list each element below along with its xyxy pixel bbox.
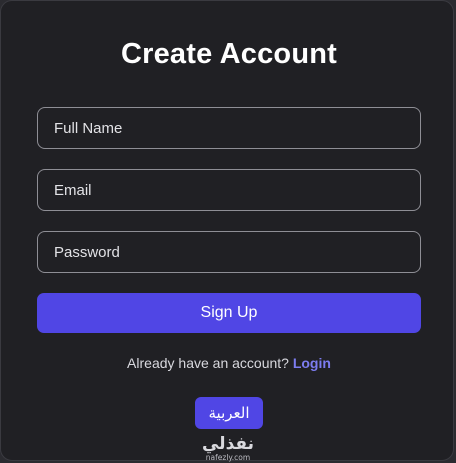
full-name-field[interactable] [37,107,421,149]
login-prompt-row: Already have an account? Login [1,354,456,372]
page-title: Create Account [120,38,338,70]
nafezly-logo-icon: نفذلي nafezly.com [202,434,254,462]
signup-card: Create Account Sign Up Already have an a… [0,0,454,461]
email-field[interactable] [37,169,421,211]
watermark-logo-text: نفذلي [202,434,254,454]
login-prompt-text: Already have an account? [127,355,289,371]
sign-up-button[interactable]: Sign Up [37,293,421,333]
watermark-domain-text: nafezly.com [206,453,250,462]
login-link[interactable]: Login [293,355,331,371]
password-field[interactable] [37,231,421,273]
language-toggle-button[interactable]: العربية [195,397,263,429]
